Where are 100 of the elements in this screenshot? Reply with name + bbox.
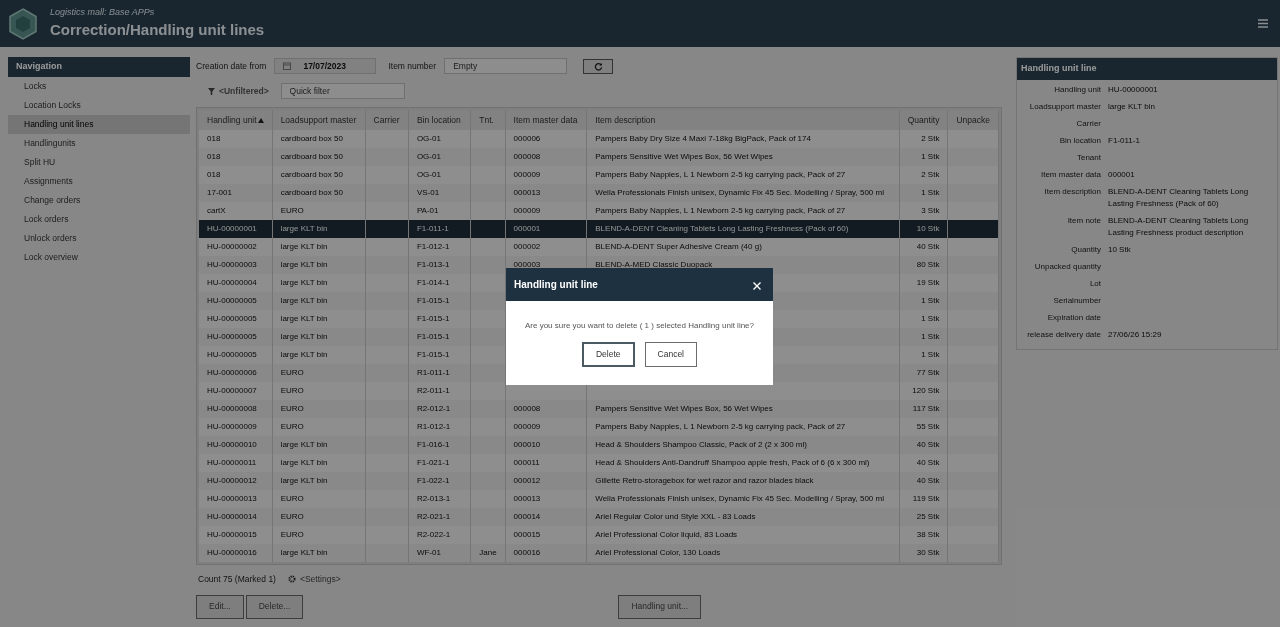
table-cell: HU-00000004 bbox=[207, 278, 257, 287]
column-header[interactable]: Tnt. bbox=[479, 113, 494, 127]
item-number-field[interactable]: Empty bbox=[444, 58, 568, 74]
menu-icon[interactable] bbox=[1258, 19, 1268, 28]
table-cell: F1-015-1 bbox=[416, 350, 450, 359]
column-header[interactable]: Bin location bbox=[416, 113, 461, 127]
nav-item[interactable]: Lock overview bbox=[8, 247, 190, 267]
table-cell: HU-00000005 bbox=[207, 332, 257, 341]
field-label: Unpacked quantity bbox=[1033, 260, 1101, 273]
action-button[interactable]: Edit... bbox=[196, 594, 244, 619]
filter-toggle[interactable]: <Unfiltered> bbox=[208, 84, 269, 98]
field-label: Expiration date bbox=[1046, 311, 1101, 324]
column-header[interactable]: Unpacke bbox=[956, 113, 990, 127]
table-cell: HU-00000012 bbox=[207, 476, 257, 485]
field-value: large KLT bin bbox=[1108, 100, 1156, 113]
table-cell: PA-01 bbox=[416, 206, 439, 215]
table-cell: large KLT bin bbox=[280, 350, 328, 359]
date-field[interactable]: 17/07/2023 bbox=[274, 58, 377, 74]
nav-item[interactable]: Change orders bbox=[8, 190, 190, 210]
table-cell: cardboard box 50 bbox=[280, 188, 343, 197]
sort-up-icon[interactable] bbox=[257, 117, 264, 123]
table-cell: 10 Stk bbox=[916, 224, 940, 233]
table-cell: OG-01 bbox=[416, 134, 441, 143]
table-row[interactable]: HU-00000001 large KLT bin F1-011-1 000001 BLEND-A-DENT Cleaning Tablets Long Lasting Freshness (Pack of 60) 10 Stk bbox=[199, 220, 999, 238]
dialog-button[interactable]: Cancel bbox=[644, 342, 697, 367]
field-label: Item master data bbox=[1039, 168, 1101, 181]
table-cell: HU-00000006 bbox=[207, 368, 257, 377]
field-label: Loadsupport master bbox=[1028, 100, 1101, 113]
table-cell: 40 Stk bbox=[916, 476, 940, 485]
table-cell: 25 Stk bbox=[916, 512, 940, 521]
table-row[interactable]: HU-00000014 EURO R2-021-1 000014 Ariel Regular Color und Style XXL - 83 Loads 25 Stk bbox=[199, 508, 999, 526]
nav-item[interactable]: Split HU bbox=[8, 152, 190, 172]
table-cell: Ariel Professional Color liquid, 83 Loads bbox=[595, 530, 738, 539]
settings-link[interactable]: <Settings> bbox=[287, 573, 341, 586]
table-cell: cardboard box 50 bbox=[280, 152, 343, 161]
table-cell: large KLT bin bbox=[280, 260, 328, 269]
funnel-icon bbox=[208, 87, 215, 95]
table-cell: 2 Stk bbox=[921, 170, 940, 179]
table-cell: HU-00000011 bbox=[207, 458, 257, 467]
table-cell: 30 Stk bbox=[916, 548, 940, 557]
nav-item[interactable]: Location Locks bbox=[8, 95, 190, 115]
table-cell: Pampers Baby Nappies, L 1 Newborn 2-5 kg carrying pack, Pack of 27 bbox=[595, 206, 846, 215]
table-cell: 1 Stk bbox=[921, 332, 940, 341]
nav-item[interactable]: Handling unit lines bbox=[8, 114, 190, 134]
refresh-button[interactable] bbox=[583, 58, 614, 74]
dialog-button[interactable]: Delete bbox=[581, 342, 635, 367]
quick-filter-field[interactable]: Quick filter bbox=[280, 83, 405, 99]
field-label: release delivery date bbox=[1026, 328, 1101, 341]
table-cell: R2-021-1 bbox=[416, 512, 451, 521]
field-value: 27/06/26 15:29 bbox=[1108, 328, 1163, 341]
table-cell: 018 bbox=[207, 152, 221, 161]
table-row[interactable]: HU-00000008 EURO R2-012-1 000008 Pampers Sensitive Wet Wipes Box, 56 Wet Wipes 117 Stk bbox=[199, 400, 999, 418]
table-cell: 000008 bbox=[513, 152, 541, 161]
dialog-message: Are you sure you want to delete ( 1 ) selected Handling unit line? bbox=[524, 320, 755, 332]
close-icon[interactable] bbox=[753, 281, 761, 290]
table-cell: F1-021-1 bbox=[416, 458, 450, 467]
table-cell: 120 Stk bbox=[912, 386, 940, 395]
column-header[interactable]: Item description bbox=[595, 113, 656, 127]
column-header[interactable]: Carrier bbox=[373, 113, 400, 127]
table-cell: Ariel Professional Color, 130 Loads bbox=[595, 548, 721, 557]
table-row[interactable]: HU-00000007 EURO R2-011-1 120 Stk bbox=[199, 382, 999, 400]
table-row[interactable]: cartX EURO PA-01 000009 Pampers Baby Nappies, L 1 Newborn 2-5 kg carrying pack, Pack of 27 3 Stk bbox=[199, 202, 999, 220]
nav-item[interactable]: Handlingunits bbox=[8, 133, 190, 153]
table-row[interactable]: HU-00000013 EURO R2-013-1 000013 Wella Professionals Finish unisex, Dynamic Fix 45 Sec. Modelling / Spray, 500 ml 119 Stk bbox=[199, 490, 999, 508]
table-row[interactable]: 018 cardboard box 50 OG-01 000006 Pampers Baby Dry Size 4 Maxi 7-18kg BigPack, Pack of 174 2 Stk bbox=[199, 130, 999, 148]
table-row[interactable]: HU-00000010 large KLT bin F1-016-1 000010 Head & Shoulders Shampoo Classic, Pack of 2 (2 x 300 ml) 40 Stk bbox=[199, 436, 999, 454]
action-button[interactable]: Handling unit... bbox=[618, 594, 702, 619]
table-row[interactable]: HU-00000011 large KLT bin F1-021-1 000011 Head & Shoulders Anti-Dandruff Shampoo apple fresh, Pack of 6 (6 x 300 ml) 40 Stk bbox=[199, 454, 999, 472]
table-cell: EURO bbox=[280, 530, 304, 539]
table-cell: 1 Stk bbox=[921, 350, 940, 359]
table-row[interactable]: 018 cardboard box 50 OG-01 000008 Pampers Sensitive Wet Wipes Box, 56 Wet Wipes 1 Stk bbox=[199, 148, 999, 166]
table-cell: large KLT bin bbox=[280, 296, 328, 305]
field-label: Serialnumber bbox=[1052, 294, 1101, 307]
table-cell: WF-01 bbox=[416, 548, 441, 557]
table-cell: large KLT bin bbox=[280, 242, 328, 251]
nav-item[interactable]: Locks bbox=[8, 76, 190, 96]
nav-item[interactable]: Assignments bbox=[8, 171, 190, 191]
table-row[interactable]: HU-00000015 EURO R2-022-1 000015 Ariel Professional Color liquid, 83 Loads 38 Stk bbox=[199, 526, 999, 544]
table-row[interactable]: HU-00000012 large KLT bin F1-022-1 000012 Gillette Retro-storagebox for wet razor and razor blades black 40 Stk bbox=[199, 472, 999, 490]
nav-item[interactable]: Unlock orders bbox=[8, 228, 190, 248]
table-cell: F1-022-1 bbox=[416, 476, 450, 485]
table-cell: Jane bbox=[479, 548, 497, 557]
field-label: Item description bbox=[1043, 185, 1101, 198]
action-button[interactable]: Delete... bbox=[245, 594, 304, 619]
nav-item[interactable]: Lock orders bbox=[8, 209, 190, 229]
column-header[interactable]: Loadsupport master bbox=[280, 113, 357, 127]
column-header[interactable]: Quantity bbox=[907, 113, 940, 127]
gear-icon bbox=[287, 575, 296, 584]
table-row[interactable]: 018 cardboard box 50 OG-01 000009 Pampers Baby Nappies, L 1 Newborn 2-5 kg carrying pack, Pack of 27 2 Stk bbox=[199, 166, 999, 184]
column-header[interactable]: Handling unit bbox=[207, 113, 264, 127]
table-row[interactable]: HU-00000016 large KLT bin WF-01 Jane 000016 Ariel Professional Color, 130 Loads 30 Stk bbox=[199, 544, 999, 562]
table-row[interactable]: 17-001 cardboard box 50 VS-01 000013 Wella Professionals Finish unisex, Dynamic Fix 45 Sec. Modelling / Spray, 500 ml 1 Stk bbox=[199, 184, 999, 202]
table-cell: R2-013-1 bbox=[416, 494, 451, 503]
calendar-icon bbox=[283, 62, 292, 70]
table-cell: 000015 bbox=[513, 530, 541, 539]
table-cell: 000009 bbox=[513, 170, 541, 179]
column-header[interactable]: Item master data bbox=[513, 113, 578, 127]
table-row[interactable]: HU-00000009 EURO R1-012-1 000009 Pampers Baby Nappies, L 1 Newborn 2-5 kg carrying pack, Pack of 27 55 Stk bbox=[199, 418, 999, 436]
table-row[interactable]: HU-00000002 large KLT bin F1-012-1 000002 BLEND-A-DENT Super Adhesive Cream (40 g) 40 Stk bbox=[199, 238, 999, 256]
table-cell: BLEND-A-DENT Super Adhesive Cream (40 g) bbox=[595, 242, 762, 251]
